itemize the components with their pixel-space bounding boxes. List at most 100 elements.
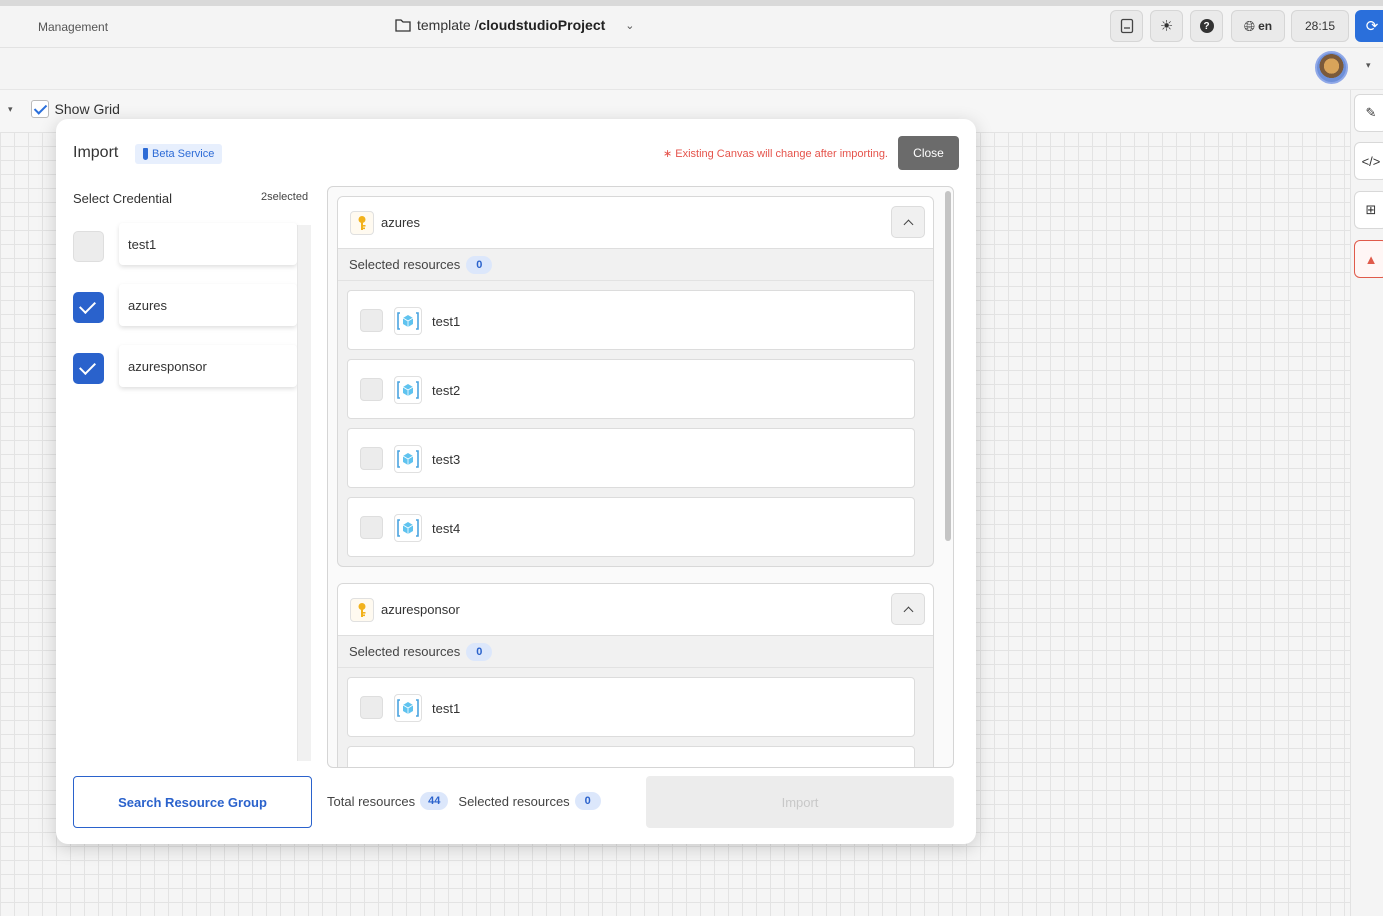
group-header: azuresponsor: [338, 584, 933, 636]
resource-checkbox[interactable]: [360, 696, 383, 719]
caret-down-icon[interactable]: ▾: [1366, 60, 1371, 71]
flask-icon: [143, 148, 148, 160]
credential-name: azures: [128, 297, 168, 313]
selected-resources-label: Selected resources: [458, 793, 570, 809]
total-resources-badge: 44: [420, 792, 449, 810]
right-sidebar: ✎ </> ⊞ ▲: [1350, 90, 1383, 916]
resource-name: test1: [432, 701, 461, 716]
group-selected-badge: 0: [466, 255, 493, 274]
language-button[interactable]: 🌐︎ en: [1231, 10, 1285, 42]
credential-checkbox[interactable]: [73, 292, 104, 323]
chevron-down-icon: ⌄: [625, 19, 635, 32]
credential-row[interactable]: azuresponsor: [73, 345, 313, 406]
timer-label: 28:15: [1304, 19, 1336, 33]
search-resource-group-button[interactable]: Search Resource Group: [73, 776, 312, 828]
group-selected-label: Selected resources: [349, 644, 461, 659]
select-credential-label: Select Credential: [73, 191, 172, 206]
beta-label: Beta Service: [152, 148, 215, 160]
credential-card[interactable]: azuresponsor: [119, 345, 297, 387]
resource-group-icon: [394, 307, 422, 335]
resource-group-icon: [394, 376, 422, 404]
close-button[interactable]: Close: [898, 136, 959, 170]
show-grid-checkbox[interactable]: [30, 100, 49, 118]
sub-bar: [0, 48, 1383, 90]
sun-icon: ☀: [1159, 18, 1174, 35]
resource-group-icon: [394, 445, 422, 473]
management-label[interactable]: Management: [38, 20, 108, 34]
credential-name: test1: [128, 236, 157, 252]
resource-group-icon: [394, 514, 422, 542]
credential-row[interactable]: azures: [73, 284, 313, 345]
project-path: template /: [417, 17, 479, 33]
credential-selected-count: 2selected: [261, 191, 309, 203]
help-button[interactable]: ?: [1190, 10, 1223, 42]
language-label: en: [1258, 19, 1273, 33]
credential-card[interactable]: test1: [119, 223, 297, 265]
resource-item-partial[interactable]: [347, 746, 915, 767]
group-name: azures: [381, 215, 421, 230]
credential-scrollbar[interactable]: [297, 225, 311, 761]
edit-button[interactable]: ✎: [1354, 94, 1383, 132]
resource-panel-scrollbar[interactable]: [945, 191, 951, 541]
help-icon: ?: [1199, 19, 1214, 33]
resource-totals: Total resources 44 Selected resources 0: [327, 792, 606, 810]
credential-checkbox[interactable]: [73, 353, 104, 384]
code-icon: </>: [1361, 153, 1381, 169]
credential-card[interactable]: azures: [119, 284, 297, 326]
modal-title: Import: [73, 144, 119, 161]
resource-group-icon: [394, 694, 422, 722]
document-icon-button[interactable]: [1110, 10, 1143, 42]
resource-item[interactable]: test1: [347, 290, 915, 350]
chevron-up-icon[interactable]: [891, 206, 925, 238]
code-button[interactable]: </>: [1354, 142, 1383, 180]
theme-toggle-button[interactable]: ☀: [1150, 10, 1183, 42]
project-selector[interactable]: template / cloudstudioProject ⌄: [395, 17, 635, 33]
resource-checkbox[interactable]: [360, 378, 383, 401]
credential-resource-group: azuresponsor Selected resources 0 test1: [337, 583, 934, 767]
resource-item[interactable]: test2: [347, 359, 915, 419]
document-icon: [1120, 18, 1133, 34]
canvas-warning: ∗ Existing Canvas will change after impo…: [662, 148, 888, 160]
beta-badge: Beta Service: [135, 144, 223, 164]
caret-down-icon[interactable]: ▾: [8, 104, 13, 115]
key-icon: [350, 211, 374, 235]
group-selected-resources: Selected resources 0: [338, 636, 933, 668]
group-selected-badge: 0: [466, 642, 493, 661]
show-grid-toggle[interactable]: ▾ Show Grid: [8, 100, 120, 118]
session-timer: 28:15: [1291, 10, 1349, 42]
key-icon: [350, 598, 374, 622]
warning-icon: ▲: [1364, 251, 1378, 267]
project-name: cloudstudioProject: [478, 17, 606, 33]
refresh-icon: ⟳: [1365, 18, 1379, 35]
refresh-button[interactable]: ⟳: [1355, 10, 1383, 42]
resource-item[interactable]: test1: [347, 677, 915, 737]
edit-icon: ✎: [1365, 105, 1377, 120]
show-grid-label: Show Grid: [54, 101, 120, 117]
avatar[interactable]: [1315, 51, 1348, 84]
total-resources-label: Total resources: [327, 793, 416, 809]
warning-button[interactable]: ▲: [1354, 240, 1383, 278]
credential-checkbox[interactable]: [73, 231, 104, 262]
credential-name: azuresponsor: [128, 358, 207, 374]
group-selected-label: Selected resources: [349, 257, 461, 272]
group-header: azures: [338, 197, 933, 249]
tree-button[interactable]: ⊞: [1354, 191, 1383, 229]
resource-name: test3: [432, 452, 461, 467]
import-button[interactable]: Import: [646, 776, 954, 828]
resource-item[interactable]: test4: [347, 497, 915, 557]
globe-icon: 🌐︎: [1243, 17, 1256, 34]
resource-checkbox[interactable]: [360, 447, 383, 470]
resource-checkbox[interactable]: [360, 309, 383, 332]
tree-icon: ⊞: [1365, 202, 1377, 217]
resource-panel: azures Selected resources 0 test1 test2 test3…: [327, 186, 954, 768]
resource-name: test4: [432, 521, 461, 536]
credential-row[interactable]: test1: [73, 223, 313, 284]
resource-checkbox[interactable]: [360, 516, 383, 539]
resource-name: test2: [432, 383, 461, 398]
credential-list: test1 azures azuresponsor: [73, 223, 313, 406]
chevron-up-icon[interactable]: [891, 593, 925, 625]
group-name: azuresponsor: [381, 602, 460, 617]
top-bar: Management template / cloudstudioProject…: [0, 0, 1383, 48]
resource-item[interactable]: test3: [347, 428, 915, 488]
selected-resources-badge: 0: [574, 792, 601, 810]
